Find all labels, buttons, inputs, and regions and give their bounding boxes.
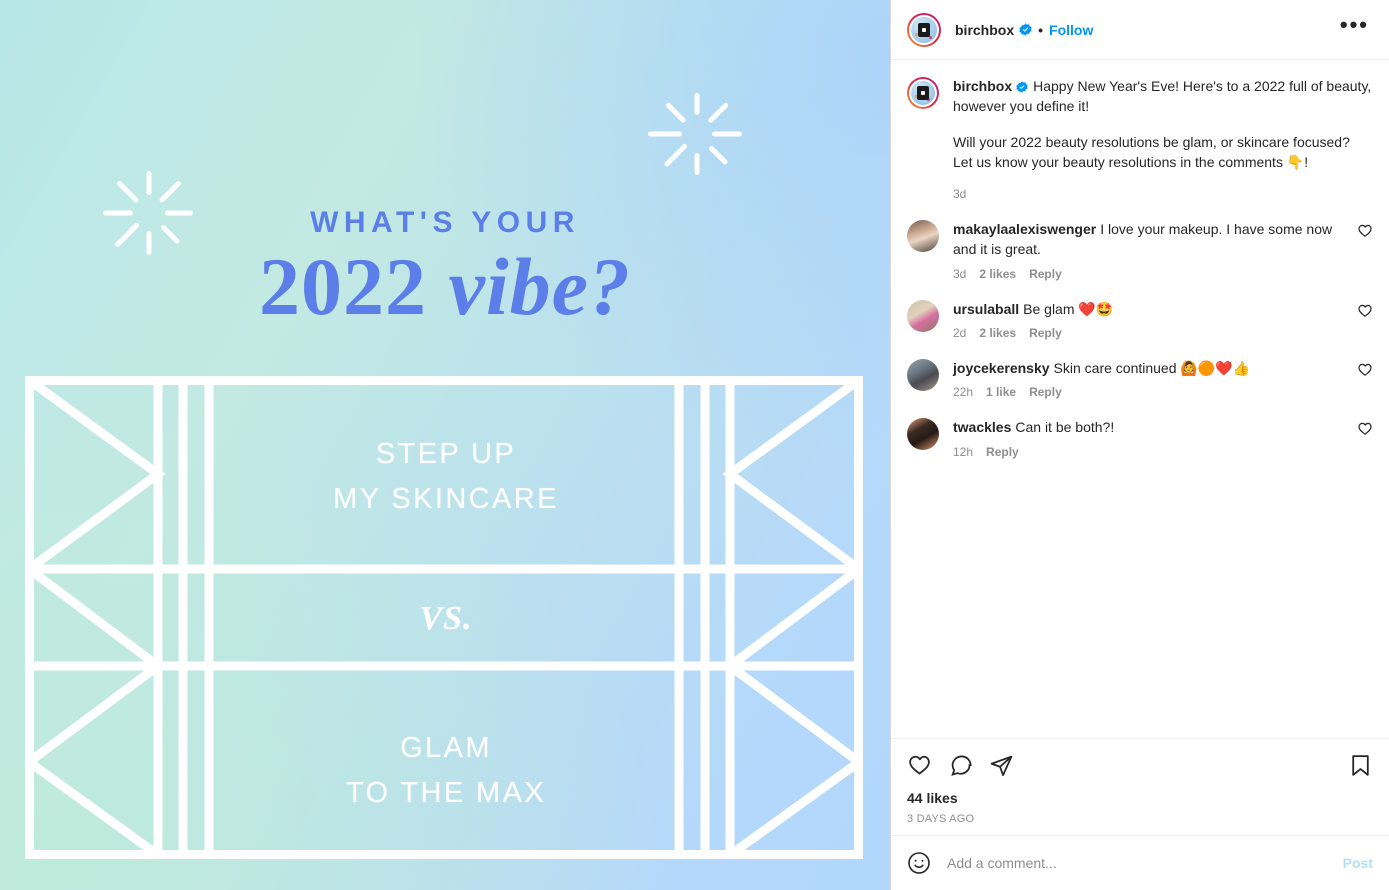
caption-username[interactable]: birchbox	[953, 78, 1012, 94]
comment-reply-button[interactable]: Reply	[1029, 326, 1062, 340]
sparkle-burst-top-right-icon	[648, 88, 743, 180]
comment-input[interactable]	[945, 854, 1335, 872]
comment-time: 2d	[953, 326, 967, 341]
instagram-post-page: WHAT'S YOUR 2022 vibe? STEP UP MY SKINCA…	[0, 0, 1389, 890]
comment-meta: 22h 1 like Reply	[953, 385, 1349, 399]
author-username[interactable]: birchbox	[955, 22, 1014, 38]
headline-vibe: vibe?	[448, 241, 632, 332]
comment-reply-button[interactable]: Reply	[1029, 267, 1062, 281]
comment-item: joycekerensky Skin care continued 🙆🟠❤️👍 2…	[907, 358, 1373, 399]
post-caption: birchbox Happy New Year's Eve! Here's to …	[907, 76, 1373, 201]
panel-label-glam: GLAM TO THE MAX	[166, 726, 726, 816]
caption-verified-badge-icon	[1016, 78, 1029, 93]
comment-item: twackles Can it be both?! 12h Reply	[907, 417, 1373, 459]
post-timestamp: 3 DAYS AGO	[907, 813, 975, 825]
comment-time: 22h	[953, 385, 974, 400]
panel-label-glam-line2: TO THE MAX	[345, 776, 547, 809]
comment-username[interactable]: ursulaball	[953, 301, 1019, 317]
comment-avatar[interactable]	[907, 418, 939, 451]
action-icon-row	[907, 747, 1373, 782]
likes-count[interactable]: 44 likes	[907, 790, 1373, 806]
profile-avatar[interactable]	[907, 12, 941, 47]
comment-meta: 12h Reply	[953, 445, 1349, 459]
caption-meta: 3d	[953, 187, 1373, 201]
comment-reply-button[interactable]: Reply	[1029, 385, 1062, 399]
save-button[interactable]	[1348, 753, 1373, 778]
panel-label-vs: VS.	[419, 600, 473, 637]
like-button[interactable]	[907, 753, 932, 778]
caption-paragraph-2: Will your 2022 beauty resolutions be gla…	[953, 133, 1350, 170]
panel-label-glam-line1: GLAM	[400, 732, 492, 764]
verified-badge-icon	[1019, 23, 1032, 36]
comment-like-button[interactable]	[1357, 421, 1373, 440]
comment-text: Be glam ❤️🤩	[1023, 300, 1114, 317]
comments-list[interactable]: birchbox Happy New Year's Eve! Here's to …	[891, 60, 1389, 739]
post-actions: 44 likes 3 DAYS AGO	[891, 739, 1389, 835]
panel-label-skincare: STEP UP MY SKINCARE	[166, 432, 726, 522]
comment-like-button[interactable]	[1357, 223, 1373, 242]
add-comment-bar: Post	[891, 835, 1389, 890]
panel-label-skincare-line2: MY SKINCARE	[333, 482, 559, 515]
comment-avatar[interactable]	[907, 299, 939, 332]
emoji-picker-button[interactable]	[907, 851, 931, 875]
comment-time: 3d	[953, 266, 967, 281]
panel-label-skincare-line1: STEP UP	[375, 438, 517, 470]
comment-likes[interactable]: 1 like	[986, 385, 1016, 399]
comment-likes[interactable]: 2 likes	[979, 267, 1016, 281]
comment-item: ursulaball Be glam ❤️🤩 2d 2 likes Reply	[907, 299, 1373, 340]
comment-item: makaylaalexiswenger I love your makeup. I…	[907, 219, 1373, 281]
comment-meta: 2d 2 likes Reply	[953, 326, 1349, 340]
comment-text: Skin care continued 🙆🟠❤️👍	[1053, 360, 1251, 377]
comment-avatar[interactable]	[907, 220, 939, 253]
comment-reply-button[interactable]: Reply	[986, 445, 1019, 459]
comment-username[interactable]: twackles	[953, 419, 1011, 435]
comment-like-button[interactable]	[1357, 303, 1373, 322]
media-headline-main: 2022 vibe?	[0, 246, 890, 328]
header-separator: •	[1038, 21, 1044, 38]
comment-text: Can it be both?!	[1015, 419, 1115, 436]
headline-year: 2022	[258, 241, 449, 332]
comment-meta: 3d 2 likes Reply	[953, 267, 1349, 281]
comment-likes[interactable]: 2 likes	[979, 326, 1016, 340]
media-headline-top: WHAT'S YOUR	[310, 206, 580, 239]
media-headline: WHAT'S YOUR 2022 vibe?	[0, 206, 890, 328]
comment-time: 12h	[953, 444, 974, 459]
post-media-image[interactable]: WHAT'S YOUR 2022 vibe? STEP UP MY SKINCA…	[0, 0, 890, 890]
caption-avatar[interactable]	[907, 77, 939, 109]
more-options-button[interactable]: •••	[1336, 13, 1373, 39]
comment-username[interactable]: joycekerensky	[953, 360, 1050, 376]
share-button[interactable]	[989, 753, 1014, 778]
comment-username[interactable]: makaylaalexiswenger	[953, 221, 1096, 237]
comment-button[interactable]	[948, 753, 973, 778]
comment-avatar[interactable]	[907, 359, 939, 392]
follow-button[interactable]: Follow	[1049, 22, 1093, 38]
comment-like-button[interactable]	[1357, 362, 1373, 381]
post-author: birchbox • Follow	[955, 22, 1093, 38]
caption-time: 3d	[953, 187, 967, 202]
post-comment-button[interactable]: Post	[1335, 855, 1373, 871]
caption-paragraph-1: birchbox Happy New Year's Eve! Here's to …	[953, 76, 1373, 117]
post-sidebar: birchbox • Follow ••• birchboxHappy New	[890, 0, 1389, 890]
post-header: birchbox • Follow •••	[891, 0, 1389, 60]
